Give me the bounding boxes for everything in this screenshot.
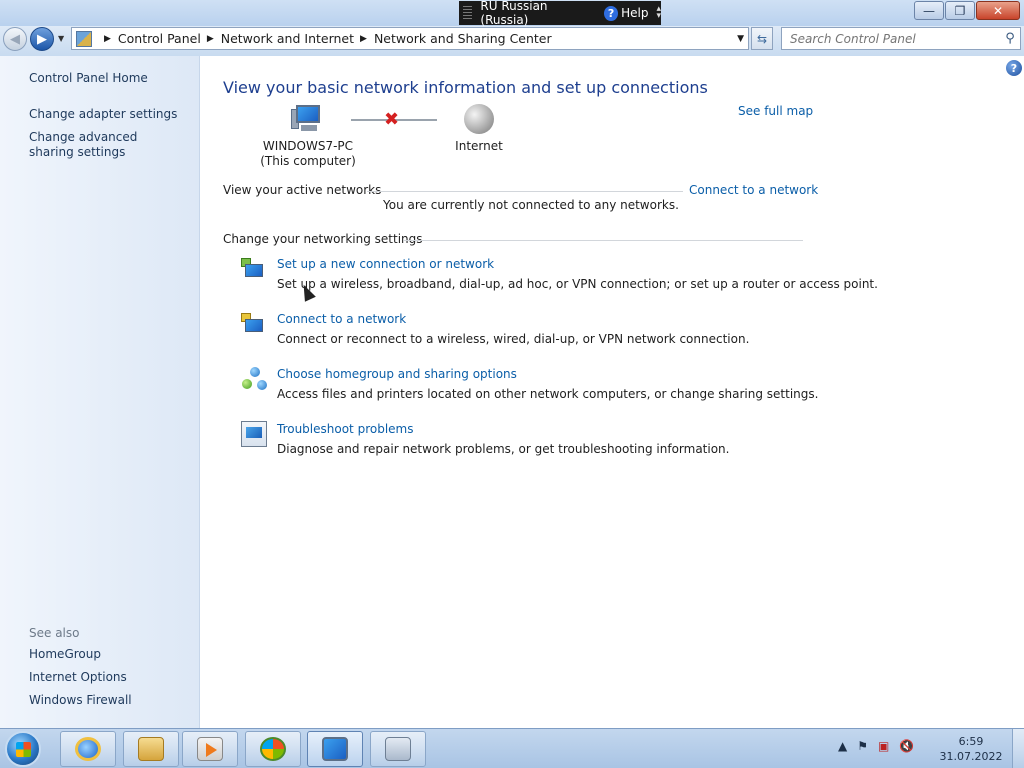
setup-connection-link[interactable]: Set up a new connection or network — [277, 257, 494, 271]
breadcrumb-chevron-icon[interactable]: ▶ — [104, 34, 111, 44]
action-center-flag-icon[interactable]: ⚑ — [857, 739, 868, 753]
minimize-button[interactable]: — — [914, 1, 944, 20]
restore-icon: ❐ — [954, 3, 966, 18]
network-center-icon — [322, 737, 348, 761]
windows-logo-icon — [16, 742, 31, 757]
breadcrumb-network-sharing-center[interactable]: Network and Sharing Center — [374, 31, 552, 46]
window-controls: — ❐ ✕ — [913, 1, 1020, 20]
langbar-options-icon[interactable]: ▴ ▾ — [656, 5, 661, 21]
minimize-icon: — — [923, 3, 935, 18]
computer-label: WINDOWS7-PC (This computer) — [245, 139, 371, 169]
troubleshoot-icon — [241, 421, 267, 447]
help-icon[interactable]: ? — [1006, 60, 1022, 76]
not-connected-message: You are currently not connected to any n… — [383, 198, 679, 212]
change-settings-label: Change your networking settings — [223, 232, 423, 246]
page-title: View your basic network information and … — [223, 78, 708, 97]
maximize-button[interactable]: ❐ — [945, 1, 975, 20]
task-description: Set up a wireless, broadband, dial-up, a… — [277, 277, 878, 291]
langbar-help-label[interactable]: Help — [621, 6, 648, 20]
language-indicator[interactable]: RU Russian (Russia) — [480, 0, 592, 27]
change-adapter-settings-link[interactable]: Change adapter settings — [29, 107, 177, 122]
taskbar-media-button[interactable] — [182, 731, 238, 767]
left-pane: Control Panel Home Change adapter settin… — [0, 56, 200, 728]
show-hidden-icons-icon[interactable]: ▲ — [838, 739, 847, 753]
connect-network-icon — [241, 311, 267, 337]
volume-muted-icon[interactable]: 🔇 — [899, 739, 914, 753]
internet-label: Internet — [455, 139, 503, 153]
divider — [403, 240, 803, 241]
media-player-icon — [197, 737, 223, 761]
breadcrumb-chevron-icon[interactable]: ▶ — [360, 34, 367, 44]
homegroup-icon — [241, 366, 267, 392]
langbar-grip-icon[interactable] — [463, 6, 473, 20]
see-full-map-link[interactable]: See full map — [738, 104, 813, 118]
clock[interactable]: 6:59 31.07.2022 — [937, 734, 1005, 764]
see-also-label: See also — [29, 626, 80, 640]
internet-globe-icon[interactable] — [464, 104, 494, 134]
help-question-icon[interactable]: ? — [604, 5, 619, 21]
computer-subtitle: (This computer) — [260, 154, 356, 168]
recent-pages-dropdown[interactable]: ▼ — [58, 34, 64, 43]
divider — [367, 191, 683, 192]
breadcrumb-chevron-icon[interactable]: ▶ — [207, 34, 214, 44]
task-description: Connect or reconnect to a wireless, wire… — [277, 332, 750, 346]
breadcrumb-network-and-internet[interactable]: Network and Internet — [221, 31, 354, 46]
task-description: Access files and printers located on oth… — [277, 387, 819, 401]
system-tray: ▲ ⚑ ▣ 🔇 — [838, 739, 914, 753]
change-advanced-sharing-link[interactable]: Change advanced sharing settings — [29, 130, 179, 160]
breadcrumb-control-panel[interactable]: Control Panel — [118, 31, 201, 46]
troubleshoot-link[interactable]: Troubleshoot problems — [277, 422, 413, 436]
control-panel-icon — [76, 30, 92, 47]
language-bar[interactable]: RU Russian (Russia) ? Help ▴ ▾ — [459, 0, 661, 27]
connect-to-network-link[interactable]: Connect to a network — [689, 183, 818, 197]
computer-name: WINDOWS7-PC — [262, 139, 354, 153]
search-icon[interactable]: ⚲ — [1000, 31, 1020, 46]
title-bar: RU Russian (Russia) ? Help ▴ ▾ — ❐ ✕ — [0, 0, 1024, 27]
taskbar: ▲ ⚑ ▣ 🔇 6:59 31.07.2022 — [0, 728, 1024, 768]
taskbar-windows7-button[interactable] — [245, 731, 301, 767]
taskbar-explorer-button[interactable] — [123, 731, 179, 767]
homegroup-link[interactable]: HomeGroup — [29, 647, 101, 662]
task-description: Diagnose and repair network problems, or… — [277, 442, 730, 456]
windows-firewall-link[interactable]: Windows Firewall — [29, 693, 132, 708]
address-dropdown-icon[interactable]: ▼ — [737, 34, 744, 44]
homegroup-sharing-link[interactable]: Choose homegroup and sharing options — [277, 367, 517, 381]
computer-icon[interactable] — [291, 105, 323, 133]
windows7-icon — [260, 737, 286, 761]
refresh-button[interactable]: ⇆ — [751, 27, 773, 50]
main-content: ? View your basic network information an… — [201, 56, 1024, 728]
show-desktop-button[interactable] — [1012, 729, 1024, 768]
connect-network-task-link[interactable]: Connect to a network — [277, 312, 406, 326]
navigation-bar: ◀ ▶ ▼ ▶ Control Panel ▶ Network and Inte… — [0, 26, 1024, 56]
internet-explorer-icon — [75, 737, 101, 761]
control-panel-home-link[interactable]: Control Panel Home — [29, 71, 148, 86]
back-button[interactable]: ◀ — [3, 27, 27, 51]
address-bar[interactable]: ▶ Control Panel ▶ Network and Internet ▶… — [71, 27, 749, 50]
taskbar-network-button[interactable] — [307, 731, 363, 767]
active-networks-label: View your active networks — [223, 183, 382, 197]
close-button[interactable]: ✕ — [976, 1, 1020, 20]
network-status-icon[interactable]: ▣ — [878, 739, 889, 753]
internet-options-link[interactable]: Internet Options — [29, 670, 127, 685]
taskbar-control-panel-button[interactable] — [370, 731, 426, 767]
forward-button[interactable]: ▶ — [30, 27, 54, 51]
search-input[interactable] — [790, 31, 1000, 46]
start-button[interactable] — [5, 731, 41, 767]
new-connection-icon — [241, 256, 267, 282]
close-icon: ✕ — [992, 3, 1004, 18]
taskbar-ie-button[interactable] — [60, 731, 116, 767]
search-box[interactable]: ⚲ — [781, 27, 1021, 50]
windows-explorer-icon — [138, 737, 164, 761]
disconnected-x-icon: ✖ — [384, 109, 400, 130]
clock-time: 6:59 — [958, 735, 984, 748]
clock-date: 31.07.2022 — [939, 750, 1003, 763]
control-panel-icon — [385, 737, 411, 761]
